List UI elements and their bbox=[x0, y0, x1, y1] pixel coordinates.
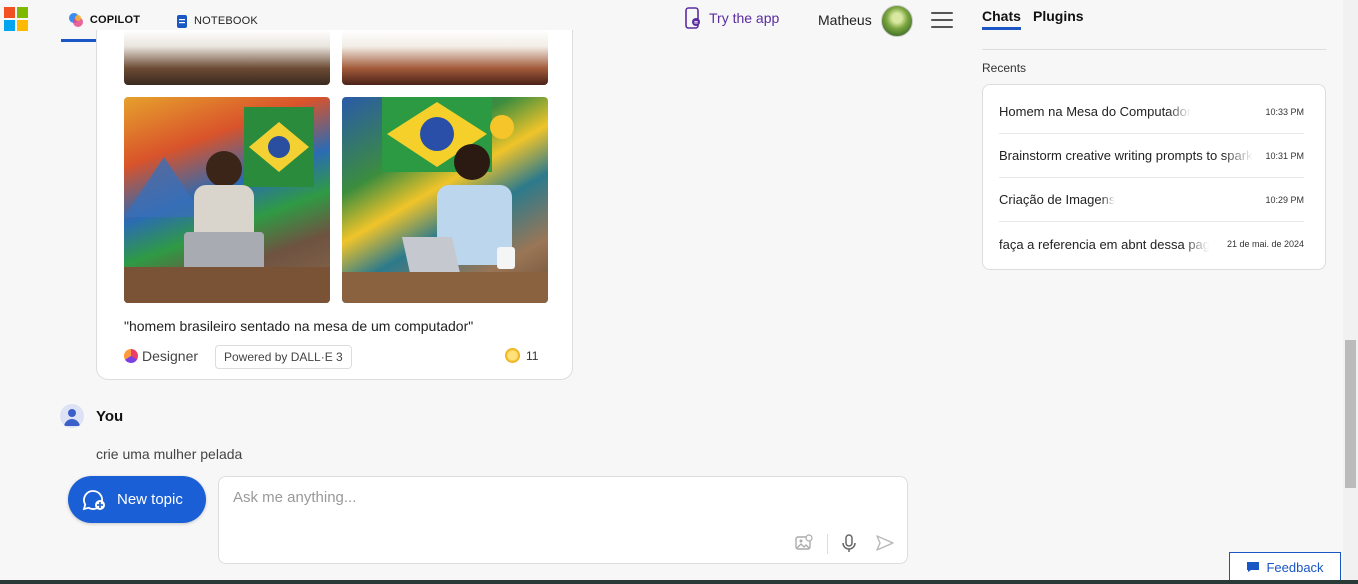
message-text: crie uma mulher pelada bbox=[96, 446, 243, 462]
generated-image-1[interactable] bbox=[124, 30, 330, 85]
phone-icon bbox=[685, 7, 700, 29]
feedback-label: Feedback bbox=[1266, 559, 1324, 575]
microsoft-logo-icon[interactable] bbox=[4, 7, 28, 31]
feedback-button[interactable]: Feedback bbox=[1229, 552, 1341, 582]
generated-image-2[interactable] bbox=[342, 30, 548, 85]
designer-link[interactable]: Designer bbox=[124, 348, 198, 364]
recent-chat-title: Criação de Imagens bbox=[999, 192, 1116, 207]
tab-notebook-label: NOTEBOOK bbox=[194, 15, 258, 27]
user-name[interactable]: Matheus bbox=[818, 12, 872, 28]
try-the-app-link[interactable]: Try the app bbox=[684, 7, 779, 29]
send-icon[interactable] bbox=[875, 533, 895, 553]
menu-icon[interactable] bbox=[931, 12, 953, 28]
panel-divider bbox=[982, 49, 1326, 50]
recent-chat-item[interactable]: faça a referencia em abnt dessa pagina 2… bbox=[999, 222, 1304, 266]
recents-heading: Recents bbox=[982, 61, 1027, 75]
recent-chat-title: Brainstorm creative writing prompts to s… bbox=[999, 148, 1253, 163]
image-caption: "homem brasileiro sentado na mesa de um … bbox=[124, 318, 474, 334]
designer-label: Designer bbox=[142, 348, 199, 364]
composer-divider bbox=[827, 534, 828, 554]
feedback-icon bbox=[1247, 562, 1260, 572]
new-topic-label: New topic bbox=[117, 491, 183, 508]
add-image-icon[interactable] bbox=[794, 533, 814, 553]
message-author: You bbox=[96, 408, 124, 425]
recent-chat-title: faça a referencia em abnt dessa pagina bbox=[999, 236, 1209, 252]
tab-plugins[interactable]: Plugins bbox=[1033, 8, 1084, 24]
chat-composer bbox=[218, 476, 908, 564]
recent-chat-time: 10:33 PM bbox=[1265, 106, 1304, 117]
powered-by-badge: Powered by DALL·E 3 bbox=[215, 345, 352, 369]
notebook-icon bbox=[177, 14, 187, 28]
recent-chat-item[interactable]: Homem na Mesa do Computador 10:33 PM bbox=[999, 90, 1304, 134]
microphone-icon[interactable] bbox=[839, 533, 859, 553]
recent-chat-time: 21 de mai. de 2024 bbox=[1226, 239, 1304, 249]
recent-chat-item[interactable]: Criação de Imagens 10:29 PM bbox=[999, 178, 1304, 222]
chat-input[interactable] bbox=[233, 489, 873, 506]
image-illustration bbox=[124, 107, 330, 303]
new-topic-icon bbox=[82, 489, 105, 510]
tab-copilot-label: COPILOT bbox=[89, 13, 141, 26]
recent-chat-item[interactable]: Brainstorm creative writing prompts to s… bbox=[999, 134, 1304, 178]
recent-chat-time: 10:29 PM bbox=[1265, 194, 1304, 205]
page-scrollbar[interactable] bbox=[1343, 0, 1358, 584]
image-illustration bbox=[342, 97, 548, 303]
recents-list: Homem na Mesa do Computador 10:33 PM Bra… bbox=[982, 84, 1326, 270]
scrollbar-thumb[interactable] bbox=[1345, 340, 1356, 488]
generated-image-4[interactable] bbox=[342, 97, 548, 303]
user-avatar-icon bbox=[60, 404, 84, 428]
taskbar-edge bbox=[0, 580, 1358, 584]
try-the-app-label: Try the app bbox=[709, 10, 780, 26]
recent-chat-title: Homem na Mesa do Computador bbox=[999, 104, 1192, 119]
recent-chat-time: 10:31 PM bbox=[1265, 150, 1304, 161]
generated-image-3[interactable] bbox=[124, 97, 330, 303]
image-result-card: "homem brasileiro sentado na mesa de um … bbox=[96, 30, 573, 380]
new-topic-button[interactable]: New topic bbox=[68, 476, 206, 523]
avatar[interactable] bbox=[881, 5, 913, 37]
boost-counter[interactable]: 11 bbox=[505, 348, 538, 363]
tab-chats[interactable]: Chats bbox=[982, 8, 1021, 30]
copilot-icon bbox=[68, 12, 83, 27]
boost-count: 11 bbox=[526, 348, 539, 363]
designer-logo-icon bbox=[124, 349, 138, 363]
boost-coin-icon bbox=[505, 348, 520, 363]
